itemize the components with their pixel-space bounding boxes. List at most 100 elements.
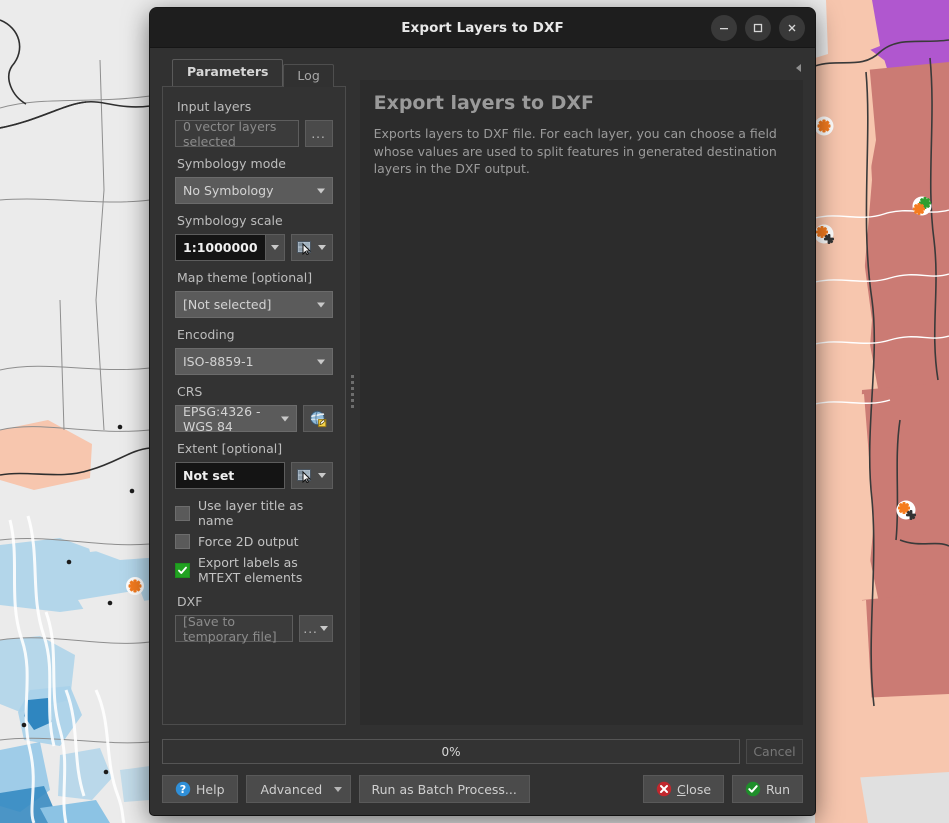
parameters-pane: Input layers 0 vector layers selected ..… xyxy=(162,86,346,725)
crs-value: EPSG:4326 - WGS 84 xyxy=(183,404,289,434)
use-layer-title-label: Use layer title as name xyxy=(198,498,333,528)
splitter-grip-icon xyxy=(351,375,354,408)
panel-splitter[interactable] xyxy=(346,58,360,725)
crs-combo[interactable]: EPSG:4326 - WGS 84 xyxy=(175,405,297,432)
check-icon xyxy=(177,565,188,576)
minimize-icon xyxy=(718,22,730,34)
map-cursor-icon xyxy=(297,469,313,483)
close-icon xyxy=(786,22,798,34)
collapse-left-arrow-icon[interactable] xyxy=(796,64,801,72)
tab-log[interactable]: Log xyxy=(283,64,333,87)
dxf-output-field[interactable]: [Save to temporary file] xyxy=(175,615,293,642)
symbology-scale-value[interactable]: 1:1000000 xyxy=(176,235,265,260)
dialog-titlebar[interactable]: Export Layers to DXF xyxy=(150,8,815,48)
map-point-marker xyxy=(913,197,932,216)
maximize-icon xyxy=(752,22,764,34)
dialog-title: Export Layers to DXF xyxy=(401,20,564,36)
chevron-down-icon xyxy=(317,302,325,307)
close-button-mnemonic: C xyxy=(677,782,686,797)
advanced-button[interactable]: Advanced xyxy=(246,775,351,803)
encoding-combo[interactable]: ISO-8859-1 xyxy=(175,348,333,375)
progress-row: 0% Cancel xyxy=(162,739,803,764)
field-extent: Extent [optional] Not set xyxy=(175,441,333,489)
extent-field[interactable]: Not set xyxy=(175,462,285,489)
map-cursor-icon xyxy=(297,241,313,255)
checkbox-use-layer-title[interactable]: Use layer title as name xyxy=(175,498,333,528)
crs-select-button[interactable] xyxy=(303,405,333,432)
help-body: Exports layers to DXF file. For each lay… xyxy=(374,125,789,178)
checkbox-box-checked xyxy=(175,563,190,578)
symbology-mode-combo[interactable]: No Symbology xyxy=(175,177,333,204)
chevron-down-icon xyxy=(317,359,325,364)
checkbox-box xyxy=(175,506,190,521)
checkbox-force-2d[interactable]: Force 2D output xyxy=(175,534,333,549)
symbology-scale-combo[interactable]: 1:1000000 xyxy=(175,234,285,261)
close-window-button[interactable] xyxy=(779,15,805,41)
dialog-footer: 0% Cancel ? Help Advanced Run as Batch P… xyxy=(150,725,815,815)
run-button-label: Run xyxy=(766,782,790,797)
ellipsis-icon: ... xyxy=(311,130,325,138)
symbology-mode-label: Symbology mode xyxy=(177,156,333,172)
ellipsis-icon: ... xyxy=(303,625,317,633)
advanced-button-label: Advanced xyxy=(261,782,323,797)
help-collapse-row xyxy=(360,58,803,78)
close-circle-icon xyxy=(656,781,672,797)
chevron-down-icon xyxy=(281,416,289,421)
dxf-output-browse-button[interactable]: ... xyxy=(299,615,333,642)
dialog-body: Parameters Log Input layers 0 vector lay… xyxy=(150,48,815,725)
checkbox-export-mtext[interactable]: Export labels as MTEXT elements xyxy=(175,555,333,585)
input-layers-field[interactable]: 0 vector layers selected xyxy=(175,120,299,147)
tab-parameters[interactable]: Parameters xyxy=(172,59,283,86)
field-symbology-mode: Symbology mode No Symbology xyxy=(175,156,333,204)
encoding-label: Encoding xyxy=(177,327,333,343)
crs-label: CRS xyxy=(177,384,333,400)
help-circle-icon: ? xyxy=(175,781,191,797)
svg-text:?: ? xyxy=(180,783,186,796)
encoding-value: ISO-8859-1 xyxy=(183,354,254,369)
window-controls xyxy=(711,15,805,41)
globe-edit-icon xyxy=(309,410,327,428)
chevron-down-icon xyxy=(271,245,279,250)
dxf-output-label: DXF xyxy=(177,594,333,610)
minimize-button[interactable] xyxy=(711,15,737,41)
button-row: ? Help Advanced Run as Batch Process... xyxy=(162,775,803,803)
chevron-down-icon xyxy=(320,626,328,631)
force-2d-label: Force 2D output xyxy=(198,534,299,549)
help-heading: Export layers to DXF xyxy=(374,92,789,114)
export-layers-to-dxf-dialog: Export Layers to DXF Para xyxy=(150,8,815,815)
map-theme-combo[interactable]: [Not selected] xyxy=(175,291,333,318)
field-encoding: Encoding ISO-8859-1 xyxy=(175,327,333,375)
checkbox-box xyxy=(175,534,190,549)
help-column: Export layers to DXF Exports layers to D… xyxy=(360,58,803,725)
cancel-button[interactable]: Cancel xyxy=(746,739,803,764)
symbology-scale-from-canvas-button[interactable] xyxy=(291,234,333,261)
map-point-marker xyxy=(126,577,144,595)
close-button-label: Close xyxy=(677,782,711,797)
run-button[interactable]: Run xyxy=(732,775,803,803)
help-button-label: Help xyxy=(196,782,225,797)
chevron-down-icon xyxy=(334,787,342,792)
tab-bar: Parameters Log xyxy=(162,58,346,86)
close-button[interactable]: Close xyxy=(643,775,724,803)
run-as-batch-button[interactable]: Run as Batch Process... xyxy=(359,775,530,803)
chevron-down-icon xyxy=(317,188,325,193)
chevron-down-icon xyxy=(318,245,326,250)
run-as-batch-label: Run as Batch Process... xyxy=(372,782,517,797)
run-check-circle-icon xyxy=(745,781,761,797)
help-button[interactable]: ? Help xyxy=(162,775,238,803)
map-theme-value: [Not selected] xyxy=(183,297,271,312)
progress-bar: 0% xyxy=(162,739,740,764)
field-symbology-scale: Symbology scale 1:1000000 xyxy=(175,213,333,261)
extent-from-canvas-button[interactable] xyxy=(291,462,333,489)
maximize-button[interactable] xyxy=(745,15,771,41)
chevron-down-icon xyxy=(318,473,326,478)
field-map-theme: Map theme [optional] [Not selected] xyxy=(175,270,333,318)
field-dxf-output: DXF [Save to temporary file] ... xyxy=(175,594,333,642)
symbology-scale-dropdown-button[interactable] xyxy=(265,235,284,260)
input-layers-browse-button[interactable]: ... xyxy=(305,120,333,147)
close-button-rest: lose xyxy=(686,782,711,797)
help-panel: Export layers to DXF Exports layers to D… xyxy=(360,80,803,725)
map-theme-label: Map theme [optional] xyxy=(177,270,333,286)
parameters-column: Parameters Log Input layers 0 vector lay… xyxy=(162,58,346,725)
export-mtext-label: Export labels as MTEXT elements xyxy=(198,555,333,585)
